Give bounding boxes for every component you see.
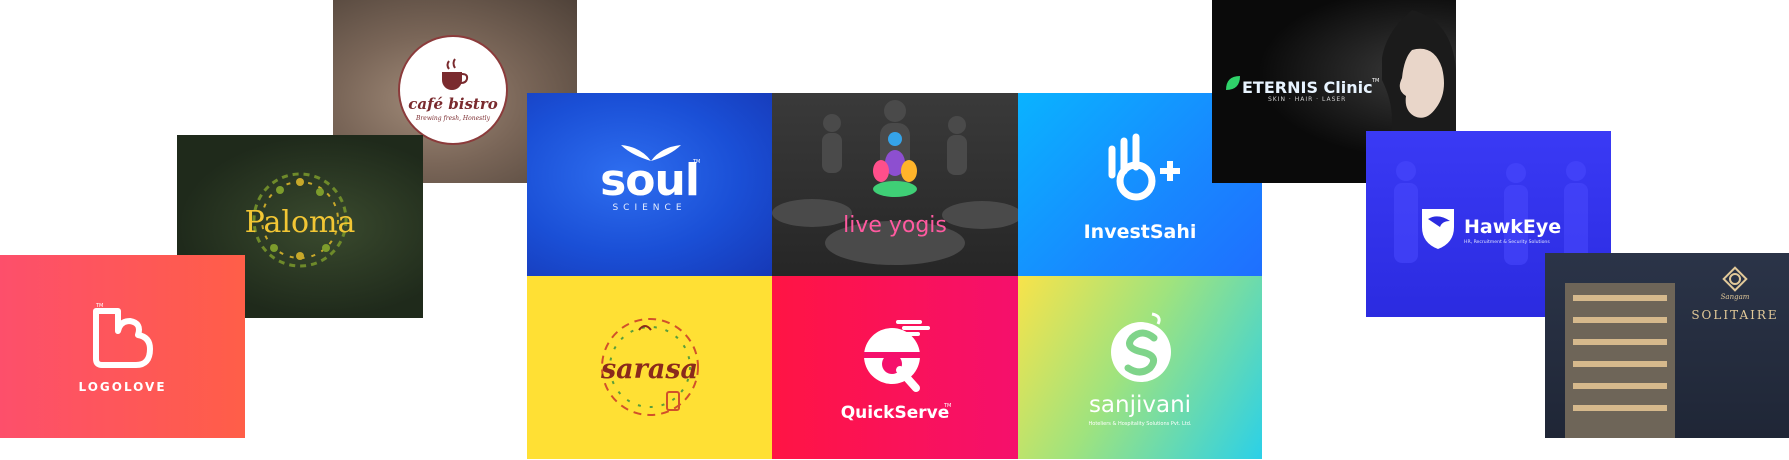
- sarasa-tile[interactable]: sarasa: [527, 276, 772, 459]
- live-yogis-name: live yogis: [843, 213, 947, 238]
- portfolio-collage: café bistro Brewing fresh, Honestly Palo…: [0, 0, 1789, 460]
- logolove-tile[interactable]: TM LOGOLOVE: [0, 255, 245, 438]
- eternis-tm: TM: [1372, 78, 1380, 84]
- soul-tm: TM: [693, 159, 701, 165]
- quickserve-tile[interactable]: QuickServe TM: [772, 276, 1018, 459]
- ok-hand-plus-icon: [1108, 133, 1180, 201]
- logolove-tm: TM: [96, 303, 104, 309]
- live-yogis-tile[interactable]: live yogis: [772, 93, 1018, 276]
- eternis-name: ETERNIS Clinic: [1242, 78, 1373, 97]
- sarasa-name: sarasa: [600, 354, 699, 385]
- quickserve-name: QuickServe: [840, 403, 950, 423]
- leaf-icon: [1226, 76, 1240, 90]
- soul-name: soul: [600, 155, 700, 206]
- cafe-bistro-tagline: Brewing fresh, Honestly: [416, 115, 490, 122]
- knot-emblem-icon: [1722, 266, 1748, 292]
- sanjivani-tile[interactable]: sanjivani Hoteliers & Hospitality Soluti…: [1018, 276, 1262, 459]
- solitaire-name: SOLITAIRE: [1691, 308, 1779, 322]
- sanjivani-subtitle: Hoteliers & Hospitality Solutions Pvt. L…: [1088, 421, 1192, 427]
- sanjivani-name: sanjivani: [1088, 392, 1192, 418]
- paloma-name: Paloma: [244, 205, 356, 240]
- yoga-figure-icon: [873, 132, 917, 197]
- heart-b-icon: [93, 308, 153, 368]
- swirl-s-icon: [1111, 312, 1171, 382]
- cloche-q-icon: [864, 320, 930, 392]
- solitaire-brand: Sangam: [1720, 293, 1750, 301]
- eternis-subtitle: SKIN · HAIR · LASER: [1268, 96, 1347, 103]
- soul-science-tile[interactable]: soul TM SCIENCE: [527, 93, 772, 276]
- cafe-bistro-name: café bistro: [408, 95, 498, 113]
- eagle-shield-icon: [1422, 209, 1454, 249]
- investsahi-name: InvestSahi: [1083, 221, 1197, 243]
- logolove-name: LOGOLOVE: [78, 380, 167, 394]
- soul-subtitle: SCIENCE: [612, 203, 687, 213]
- sangam-solitaire-tile[interactable]: Sangam SOLITAIRE: [1545, 253, 1789, 438]
- coffee-cup-icon: [442, 58, 469, 90]
- hawkeye-subtitle: HR, Recruitment & Security Solutions: [1464, 240, 1550, 245]
- quickserve-tm: TM: [944, 403, 952, 409]
- apartment-building-backdrop: [1565, 283, 1675, 438]
- hawkeye-name: HawkEye: [1464, 216, 1562, 238]
